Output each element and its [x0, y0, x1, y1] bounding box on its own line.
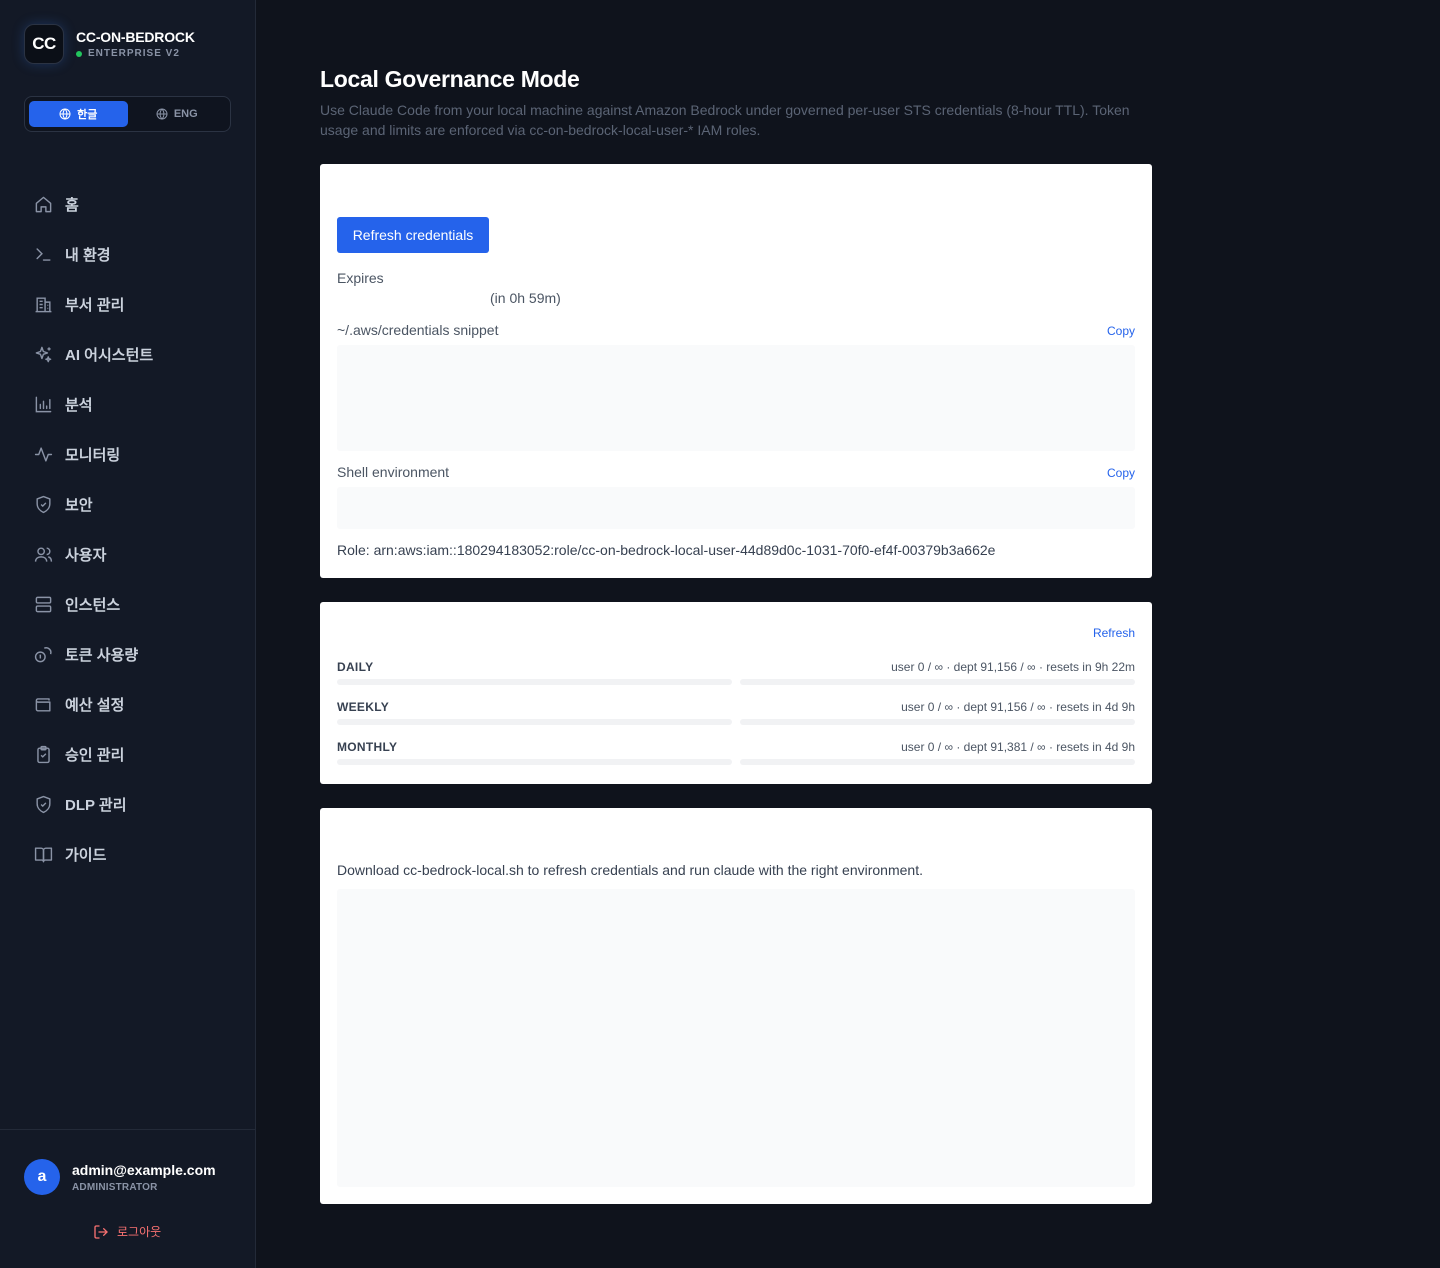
weekly-user-bar [337, 719, 732, 725]
copy-credentials-button[interactable]: Copy [1107, 324, 1135, 338]
weekly-dept-bar [740, 719, 1135, 725]
expires-label: Expires [337, 270, 384, 286]
users-icon [33, 544, 53, 564]
brand-logo: CC [24, 24, 64, 64]
lang-english-button[interactable]: ENG [128, 101, 227, 127]
user-profile: a admin@example.com ADMINISTRATOR [24, 1159, 216, 1195]
role-arn: Role: arn:aws:iam::180294183052:role/cc-… [337, 542, 996, 558]
limit-stats-daily: user 0 / ∞ · dept 91,156 / ∞ · resets in… [891, 660, 1135, 674]
brand-name: CC-ON-BEDROCK [76, 29, 195, 45]
sidebar-item-analytics[interactable]: 분석 [24, 379, 232, 429]
download-instructions: Download cc-bedrock-local.sh to refresh … [337, 862, 923, 878]
sidebar-nav: 홈 내 환경 부서 관리 AI 어시스턴트 분석 모니터링 보안 사용자 인스턴… [24, 179, 232, 879]
terminal-icon [33, 244, 53, 264]
globe-icon [156, 108, 168, 120]
clipboard-check-icon [33, 744, 53, 764]
brand-subtitle: ENTERPRISE V2 [88, 48, 180, 59]
language-toggle: 한글 ENG [24, 96, 231, 132]
credentials-snippet-label: ~/.aws/credentials snippet [337, 322, 499, 338]
activity-icon [33, 444, 53, 464]
sidebar-item-approvals[interactable]: 승인 관리 [24, 729, 232, 779]
sidebar: CC CC-ON-BEDROCK ENTERPRISE V2 한글 ENG 홈 … [0, 0, 256, 1268]
sidebar-item-instances[interactable]: 인스턴스 [24, 579, 232, 629]
lang-korean-button[interactable]: 한글 [29, 101, 128, 127]
sparkles-icon [33, 344, 53, 364]
refresh-credentials-button[interactable]: Refresh credentials [337, 217, 489, 253]
sidebar-item-users[interactable]: 사용자 [24, 529, 232, 579]
limit-label-weekly: WEEKLY [337, 700, 390, 714]
book-open-icon [33, 844, 53, 864]
coins-icon [33, 644, 53, 664]
page-title: Local Governance Mode [320, 66, 580, 92]
user-email: admin@example.com [72, 1161, 216, 1178]
brand: CC CC-ON-BEDROCK ENTERPRISE V2 [24, 24, 195, 64]
logout-button[interactable]: 로그아웃 [93, 1223, 161, 1240]
bar-chart-icon [33, 394, 53, 414]
sidebar-item-ai-assistant[interactable]: AI 어시스턴트 [24, 329, 232, 379]
monthly-user-bar [337, 759, 732, 765]
shield-check-icon [33, 494, 53, 514]
logout-icon [94, 1224, 108, 1239]
monthly-dept-bar [740, 759, 1135, 765]
credentials-snippet-box [337, 345, 1135, 451]
credentials-card: Refresh credentials Expires (in 0h 59m) … [320, 164, 1152, 578]
limits-card: Refresh DAILY user 0 / ∞ · dept 91,156 /… [320, 602, 1152, 784]
sidebar-item-token-usage[interactable]: 토큰 사용량 [24, 629, 232, 679]
shell-environment-label: Shell environment [337, 464, 450, 480]
refresh-limits-button[interactable]: Refresh [1093, 626, 1135, 640]
daily-dept-bar [740, 679, 1135, 685]
sidebar-item-security[interactable]: 보안 [24, 479, 232, 529]
daily-user-bar [337, 679, 732, 685]
download-card: Download cc-bedrock-local.sh to refresh … [320, 808, 1152, 1204]
shield-check-icon [33, 794, 53, 814]
sidebar-item-departments[interactable]: 부서 관리 [24, 279, 232, 329]
server-icon [33, 594, 53, 614]
limit-label-daily: DAILY [337, 660, 374, 674]
avatar: a [24, 1159, 60, 1195]
limit-stats-weekly: user 0 / ∞ · dept 91,156 / ∞ · resets in… [901, 700, 1135, 714]
sidebar-item-my-environment[interactable]: 내 환경 [24, 229, 232, 279]
limit-label-monthly: MONTHLY [337, 740, 398, 754]
building-icon [33, 294, 53, 314]
sidebar-item-dlp[interactable]: DLP 관리 [24, 779, 232, 829]
sidebar-item-home[interactable]: 홈 [24, 179, 232, 229]
wallet-icon [33, 694, 53, 714]
sidebar-item-guide[interactable]: 가이드 [24, 829, 232, 879]
user-role: ADMINISTRATOR [72, 1181, 158, 1193]
globe-icon [59, 108, 71, 120]
home-icon [33, 194, 53, 214]
status-dot [76, 50, 82, 57]
copy-shell-button[interactable]: Copy [1107, 466, 1135, 480]
expires-relative: (in 0h 59m) [490, 290, 561, 306]
limit-stats-monthly: user 0 / ∞ · dept 91,381 / ∞ · resets in… [901, 740, 1135, 754]
sidebar-footer: a admin@example.com ADMINISTRATOR 로그아웃 [0, 1129, 255, 1268]
shell-environment-box [337, 487, 1135, 529]
sidebar-item-monitoring[interactable]: 모니터링 [24, 429, 232, 479]
sidebar-item-budget[interactable]: 예산 설정 [24, 679, 232, 729]
script-code-box [337, 889, 1135, 1187]
page-description: Use Claude Code from your local machine … [320, 102, 1130, 138]
